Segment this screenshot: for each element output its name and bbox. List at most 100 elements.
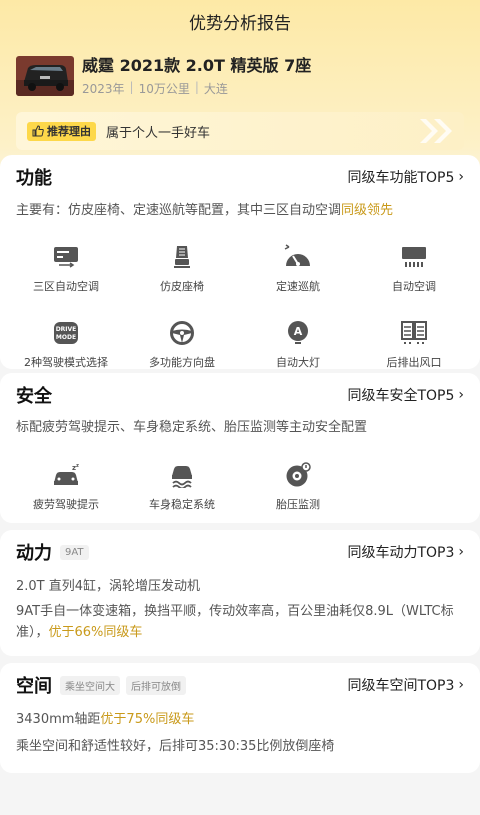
feature-label: 多功能方向盘 [149, 355, 215, 369]
function-desc-highlight: 同级领先 [341, 203, 394, 218]
function-grid: 三区自动空调 仿皮座椅 定速巡航 自动空调 DRIVE MODE 2种驾驶模式选… [0, 230, 480, 382]
space-line2: 乘坐空间和舒适性较好，后排可35:30:35比例放倒座椅 [16, 739, 335, 754]
space-title-wrap: 空间 乘坐空间大 后排可放倒 [16, 672, 186, 698]
feature-label: 后排出风口 [386, 355, 442, 369]
feature-item[interactable]: DRIVE MODE 2种驾驶模式选择 [8, 306, 124, 382]
feature-label: 胎压监测 [276, 497, 320, 511]
meta-separator: | [129, 79, 134, 94]
fatigue-alert-icon: zz [52, 461, 80, 489]
car-summary[interactable]: 威霆 2021款 2.0T 精英版 7座 2023年 | 10万公里 | 大连 [0, 42, 480, 102]
feature-label: 定速巡航 [276, 279, 320, 293]
seat-icon [168, 243, 196, 271]
safety-card-header: 安全 同级车安全TOP5 › [0, 373, 480, 417]
space-line1: 3430mm轴距优于75%同级车 [0, 709, 480, 730]
recommend-reason: 推荐理由 属于个人一手好车 [16, 112, 464, 150]
svg-text:DRIVE: DRIVE [56, 326, 77, 333]
feature-item[interactable]: A 自动大灯 [240, 306, 356, 382]
feature-item[interactable]: 自动空调 [356, 230, 472, 306]
feature-item[interactable]: 仿皮座椅 [124, 230, 240, 306]
feature-item[interactable]: 定速巡航 [240, 230, 356, 306]
space-line1-text: 3430mm轴距 [16, 712, 101, 727]
safety-card: 安全 同级车安全TOP5 › 标配疲劳驾驶提示、车身稳定系统、胎压监测等主动安全… [0, 373, 480, 523]
svg-text:A: A [294, 325, 303, 338]
ac-unit-icon [400, 243, 428, 271]
page-title: 优势分析报告 [189, 13, 291, 34]
feature-label: 车身稳定系统 [149, 497, 215, 511]
car-title: 威霆 2021款 2.0T 精英版 7座 [82, 55, 312, 75]
space-line1-highlight: 优于75%同级车 [100, 712, 195, 727]
function-desc-text: 主要有：仿皮座椅、定速巡航等配置，其中三区自动空调 [16, 203, 342, 218]
feature-item[interactable]: zz 疲劳驾驶提示 [8, 448, 124, 524]
space-link-label: 同级车空间TOP3 [347, 678, 455, 694]
safety-title-wrap: 安全 [16, 382, 52, 408]
rear-vent-icon [400, 319, 428, 347]
power-link-label: 同级车动力TOP3 [347, 545, 455, 561]
space-tag: 后排可放倒 [126, 675, 186, 695]
reason-badge: 推荐理由 [27, 121, 96, 141]
feature-item[interactable]: 多功能方向盘 [124, 306, 240, 382]
car-info: 威霆 2021款 2.0T 精英版 7座 2023年 | 10万公里 | 大连 [82, 56, 311, 97]
space-title: 空间 [16, 676, 52, 697]
climate-panel-icon [52, 243, 80, 271]
feature-label: 仿皮座椅 [160, 279, 204, 293]
car-city: 大连 [203, 81, 228, 96]
safety-desc: 标配疲劳驾驶提示、车身稳定系统、胎压监测等主动安全配置 [16, 420, 368, 435]
decorative-arrows-icon [420, 119, 452, 143]
power-title-wrap: 动力 9AT [16, 539, 89, 565]
svg-text:z: z [76, 463, 79, 469]
function-title: 功能 [16, 168, 52, 189]
feature-item[interactable]: 车身稳定系统 [124, 448, 240, 524]
reason-badge-label: 推荐理由 [47, 125, 91, 138]
power-line2: 9AT手自一体变速箱，换挡平顺，传动效率高，百公里油耗仅8.9L（WLTC标准）… [0, 601, 480, 643]
report-page: 优势分析报告 威霆 2021款 2.0T 精英版 7座 2023年 | 10万公… [0, 0, 480, 815]
feature-item[interactable]: 胎压监测 [240, 448, 356, 524]
safety-grid: zz 疲劳驾驶提示 车身稳定系统 胎压监测 [0, 448, 480, 524]
feature-label: 2种驾驶模式选择 [24, 355, 108, 369]
power-tag: 9AT [60, 544, 89, 560]
feature-label: 自动大灯 [276, 355, 320, 369]
car-year: 2023年 [82, 81, 125, 96]
function-desc: 主要有：仿皮座椅、定速巡航等配置，其中三区自动空调同级领先 [0, 199, 480, 221]
power-top3-link[interactable]: 同级车动力TOP3 › [347, 542, 464, 562]
feature-item[interactable]: 后排出风口 [356, 306, 472, 382]
chevron-right-icon: › [458, 387, 464, 403]
auto-headlight-icon: A [284, 319, 312, 347]
tire-pressure-icon [284, 461, 312, 489]
feature-label: 自动空调 [392, 279, 436, 293]
safety-title: 安全 [16, 386, 52, 407]
svg-text:MODE: MODE [56, 334, 76, 341]
power-card: 动力 9AT 同级车动力TOP3 › 2.0T 直列4缸，涡轮增压发动机 9AT… [0, 530, 480, 656]
feature-item[interactable]: 三区自动空调 [8, 230, 124, 306]
chevron-right-icon: › [458, 677, 464, 693]
function-title-wrap: 功能 [16, 164, 52, 190]
feature-label: 疲劳驾驶提示 [33, 497, 99, 511]
car-thumbnail [16, 56, 74, 96]
thumbs-up-icon [32, 125, 44, 137]
header: 优势分析报告 [0, 0, 480, 42]
space-top3-link[interactable]: 同级车空间TOP3 › [347, 675, 464, 695]
power-card-header: 动力 9AT 同级车动力TOP3 › [0, 530, 480, 574]
chevron-right-icon: › [458, 544, 464, 560]
function-top5-link[interactable]: 同级车功能TOP5 › [347, 167, 464, 187]
function-card: 功能 同级车功能TOP5 › 主要有：仿皮座椅、定速巡航等配置，其中三区自动空调… [0, 155, 480, 369]
reason-text: 属于个人一手好车 [106, 125, 211, 141]
safety-link-label: 同级车安全TOP5 [347, 388, 455, 404]
chevron-right-icon: › [458, 169, 464, 185]
function-card-header: 功能 同级车功能TOP5 › [0, 155, 480, 199]
speedometer-icon [284, 243, 312, 271]
power-line1: 2.0T 直列4缸，涡轮增压发动机 [16, 579, 201, 594]
safety-top5-link[interactable]: 同级车安全TOP5 › [347, 385, 464, 405]
space-tag: 乘坐空间大 [60, 675, 120, 695]
function-link-label: 同级车功能TOP5 [347, 170, 455, 186]
drive-mode-icon: DRIVE MODE [52, 319, 80, 347]
space-card: 空间 乘坐空间大 后排可放倒 同级车空间TOP3 › 3430mm轴距优于75%… [0, 663, 480, 773]
meta-separator: | [194, 79, 199, 94]
feature-label: 三区自动空调 [33, 279, 99, 293]
power-line2-highlight: 优于66%同级车 [48, 625, 143, 640]
stability-control-icon [168, 461, 196, 489]
car-meta: 2023年 | 10万公里 | 大连 [82, 80, 311, 97]
car-mileage: 10万公里 [138, 81, 190, 96]
power-title: 动力 [16, 543, 52, 564]
space-card-header: 空间 乘坐空间大 后排可放倒 同级车空间TOP3 › [0, 663, 480, 707]
steering-wheel-icon [168, 319, 196, 347]
